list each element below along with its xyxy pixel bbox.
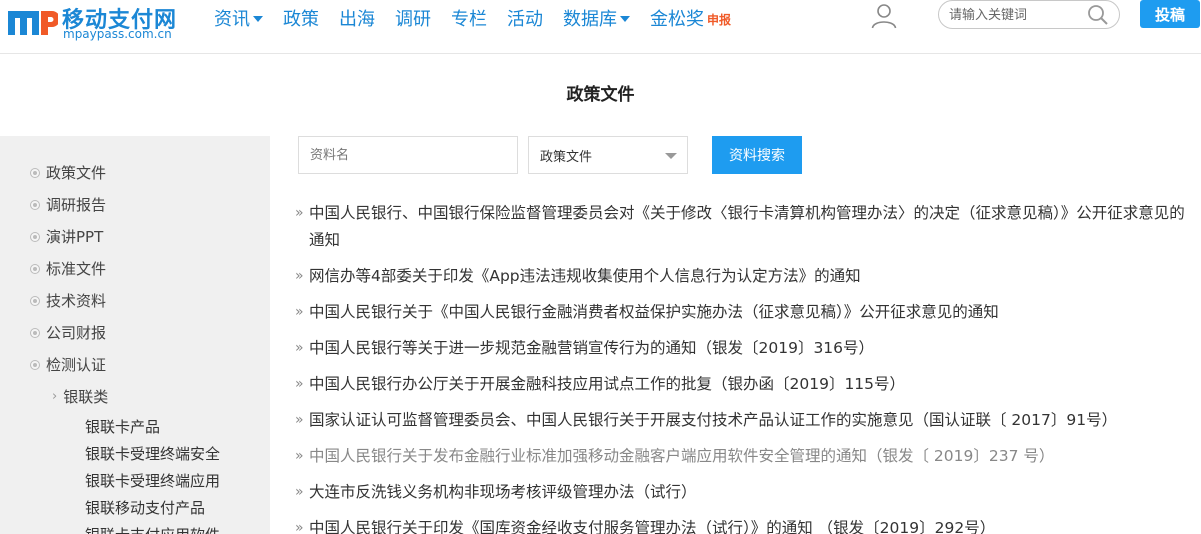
main-nav: 资讯 政策 出海 调研 专栏 活动 数据库 金松奖 申报 [214,0,751,36]
document-link[interactable]: » 中国人民银行关于发布金融行业标准加强移动金融客户端应用软件安全管理的通知（银发… [295,443,1195,470]
nav-badge: 申报 [707,12,732,27]
nav-item[interactable]: 活动 [507,0,543,36]
document-title: 网信办等4部委关于印发《App违法违规收集使用个人信息行为认定方法》的通知 [309,267,861,285]
document-title: 中国人民银行办公厅关于开展金融科技应用试点工作的批复（银办函〔2019〕115号… [309,375,906,393]
caret-down-icon [253,16,263,22]
sidebar-leaf-item[interactable]: 银联卡产品 [85,416,160,437]
sidebar-item[interactable]: 政策文件 [30,162,106,183]
nav-item[interactable]: 专栏 [451,0,487,36]
caret-down-icon [620,16,630,22]
document-title: 中国人民银行关于印发《国库资金经收支付服务管理办法（试行）》的通知 （银发〔20… [309,519,996,534]
document-link[interactable]: » 中国人民银行关于印发《国库资金经收支付服务管理办法（试行）》的通知 （银发〔2… [295,515,1195,534]
nav-item[interactable]: 政策 [283,0,319,36]
logo-domain: mpaypass.com.cn [63,27,172,41]
nav-item-label: 专栏 [451,9,487,30]
document-link[interactable]: » 中国人民银行、中国银行保险监督管理委员会对《关于修改〈银行卡清算机构管理办法〉… [295,200,1195,254]
bullet-icon [30,231,40,242]
document-title: 国家认证认可监督管理委员会、中国人民银行关于开展支付技术产品认证工作的实施意见（… [309,411,1118,429]
double-chevron-icon: » [295,448,304,464]
doc-category-select[interactable]: 政策文件 [528,136,688,174]
chevron-down-icon [665,153,677,159]
page-title: 政策文件 [566,85,635,105]
doc-name-input[interactable] [298,136,518,174]
logo-mark-icon [8,11,58,35]
nav-item-label: 数据库 [563,9,617,30]
sidebar-item[interactable]: 调研报告 [30,194,106,215]
sidebar-item[interactable]: 标准文件 [30,258,106,279]
double-chevron-icon: » [295,304,304,320]
chevron-right-icon: › [52,389,58,404]
sidebar-item[interactable]: 公司财报 [30,322,106,343]
sidebar: 政策文件 调研报告 演讲PPT 标准文件 技术资料 公司财报 检测认证 › 银联类 银联卡产品 银联… [0,136,270,534]
doc-category-value: 政策文件 [540,149,593,165]
sidebar-item-label: 标准文件 [46,260,107,278]
double-chevron-icon: » [295,412,304,428]
site-header: 移动支付网 mpaypass.com.cn 资讯 政策 出海 调研 专栏 活动 数据库 金松奖… [0,0,1201,54]
sidebar-item-label: 演讲PPT [46,228,104,246]
bullet-icon [30,167,40,178]
nav-item[interactable]: 调研 [395,0,431,36]
bullet-icon [30,359,40,370]
document-link[interactable]: » 网信办等4部委关于印发《App违法违规收集使用个人信息行为认定方法》的通知 [295,263,1195,290]
document-title: 中国人民银行、中国银行保险监督管理委员会对《关于修改〈银行卡清算机构管理办法〉的… [309,204,1185,249]
nav-item[interactable]: 数据库 [563,0,630,36]
sidebar-leaf-item[interactable]: 银联移动支付产品 [85,497,205,518]
sidebar-item-label: 检测认证 [46,356,107,374]
double-chevron-icon: » [295,484,304,500]
document-link[interactable]: » 国家认证认可监督管理委员会、中国人民银行关于开展支付技术产品认证工作的实施意见… [295,407,1195,434]
nav-item-label: 出海 [339,9,375,30]
sidebar-item[interactable]: 技术资料 [30,290,106,311]
nav-item[interactable]: 金松奖 申报 [650,0,731,36]
nav-item-label: 资讯 [214,9,250,30]
double-chevron-icon: » [295,340,304,356]
nav-item[interactable]: 出海 [339,0,375,36]
document-title: 中国人民银行等关于进一步规范金融营销宣传行为的通知（银发〔2019〕316号） [309,339,875,357]
double-chevron-icon: » [295,205,304,221]
sidebar-item[interactable]: 演讲PPT [30,226,103,247]
nav-item-label: 政策 [283,9,319,30]
site-search [938,0,1120,29]
document-link[interactable]: » 中国人民银行等关于进一步规范金融营销宣传行为的通知（银发〔2019〕316号） [295,335,1195,362]
bullet-icon [30,295,40,306]
document-link[interactable]: » 大连市反洗钱义务机构非现场考核评级管理办法（试行） [295,479,1195,506]
sidebar-item-label: 公司财报 [46,324,107,342]
submit-article-button[interactable]: 投稿 [1140,0,1200,28]
site-logo[interactable]: 移动支付网 mpaypass.com.cn [8,2,198,46]
doc-search-button[interactable]: 资料搜索 [712,136,802,174]
document-title: 大连市反洗钱义务机构非现场考核评级管理办法（试行） [309,483,697,501]
double-chevron-icon: » [295,376,304,392]
nav-item-label: 金松奖 [650,9,704,30]
user-icon[interactable] [871,3,897,29]
search-input[interactable] [949,5,1079,25]
document-link[interactable]: » 中国人民银行办公厅关于开展金融科技应用试点工作的批复（银办函〔2019〕115… [295,371,1195,398]
nav-item-label: 活动 [507,9,543,30]
document-link[interactable]: » 中国人民银行关于《中国人民银行金融消费者权益保护实施办法（征求意见稿）》公开征… [295,299,1195,326]
nav-item-label: 调研 [395,9,431,30]
search-icon[interactable] [1087,4,1109,26]
double-chevron-icon: » [295,268,304,284]
sidebar-leaf-item[interactable]: 银联卡受理终端安全 [85,443,220,464]
bullet-icon [30,263,40,274]
bullet-icon [30,199,40,210]
double-chevron-icon: » [295,520,304,534]
sidebar-item-label: 技术资料 [46,292,107,310]
sidebar-subcategory-label: 银联类 [63,388,109,406]
sidebar-leaf-item[interactable]: 银联卡支付应用软件 [85,524,220,534]
bullet-icon [30,327,40,338]
document-title: 中国人民银行关于发布金融行业标准加强移动金融客户端应用软件安全管理的通知（银发〔… [309,447,1055,465]
sidebar-subcategory[interactable]: › 银联类 [52,386,108,407]
document-title: 中国人民银行关于《中国人民银行金融消费者权益保护实施办法（征求意见稿）》公开征求… [309,303,999,321]
nav-item[interactable]: 资讯 [214,0,263,36]
sidebar-leaf-item[interactable]: 银联卡受理终端应用 [85,470,220,491]
sidebar-item-label: 调研报告 [46,196,107,214]
document-list: » 中国人民银行、中国银行保险监督管理委员会对《关于修改〈银行卡清算机构管理办法〉… [295,200,1195,534]
sidebar-item[interactable]: 检测认证 [30,354,106,375]
sidebar-item-label: 政策文件 [46,164,107,182]
